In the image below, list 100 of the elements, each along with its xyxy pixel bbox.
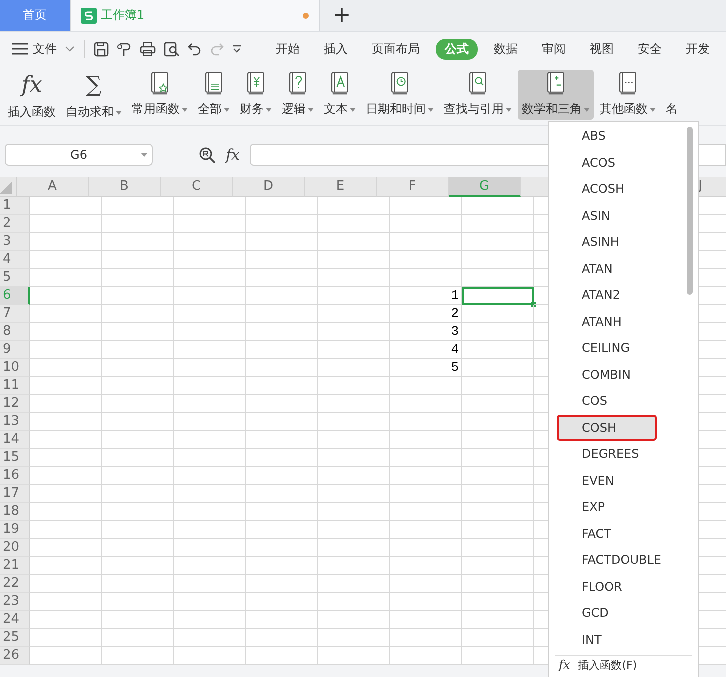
- menu-item[interactable]: ATAN: [549, 256, 688, 282]
- table-cell[interactable]: [30, 341, 102, 359]
- ribbon-button[interactable]: 全部: [194, 70, 234, 120]
- table-cell[interactable]: [318, 503, 390, 521]
- table-cell[interactable]: 2: [390, 305, 462, 323]
- table-cell[interactable]: [246, 305, 318, 323]
- menu-item[interactable]: COMBIN: [549, 362, 688, 388]
- table-cell[interactable]: [246, 593, 318, 611]
- table-cell[interactable]: [174, 341, 246, 359]
- table-cell[interactable]: [102, 467, 174, 485]
- table-cell[interactable]: [102, 287, 174, 305]
- ribbon-tab[interactable]: 开始: [264, 38, 312, 60]
- table-cell[interactable]: [246, 395, 318, 413]
- table-cell[interactable]: [246, 233, 318, 251]
- table-cell[interactable]: [102, 305, 174, 323]
- table-cell[interactable]: [102, 521, 174, 539]
- table-cell[interactable]: [174, 647, 246, 665]
- table-cell[interactable]: [318, 269, 390, 287]
- table-cell[interactable]: [174, 485, 246, 503]
- ribbon-tab[interactable]: 数据: [482, 38, 530, 60]
- table-cell[interactable]: [174, 305, 246, 323]
- table-cell[interactable]: [390, 521, 462, 539]
- table-cell[interactable]: [30, 431, 102, 449]
- table-cell[interactable]: [174, 269, 246, 287]
- redo-icon[interactable]: [210, 42, 224, 56]
- table-cell[interactable]: [102, 323, 174, 341]
- table-cell[interactable]: [30, 557, 102, 575]
- caret-icon[interactable]: [232, 44, 242, 54]
- selected-cell[interactable]: [462, 287, 534, 305]
- ribbon-button[interactable]: 名: [662, 70, 682, 120]
- table-cell[interactable]: [30, 395, 102, 413]
- insert-function-button[interactable]: fx: [226, 146, 240, 164]
- table-cell[interactable]: [246, 539, 318, 557]
- table-cell[interactable]: [30, 647, 102, 665]
- table-cell[interactable]: 3: [390, 323, 462, 341]
- row-header[interactable]: 25: [0, 629, 30, 647]
- table-cell[interactable]: [318, 305, 390, 323]
- chevron-down-icon[interactable]: [65, 46, 75, 52]
- table-cell[interactable]: [102, 449, 174, 467]
- print-preview-icon[interactable]: [164, 42, 180, 56]
- ribbon-tab[interactable]: 安全: [626, 38, 674, 60]
- column-header[interactable]: E: [305, 177, 377, 197]
- caret-icon[interactable]: [266, 108, 272, 112]
- row-header[interactable]: 17: [0, 485, 30, 503]
- table-cell[interactable]: [318, 431, 390, 449]
- row-header[interactable]: 4: [0, 251, 30, 269]
- table-cell[interactable]: [462, 539, 534, 557]
- table-cell[interactable]: [174, 323, 246, 341]
- fill-handle[interactable]: [531, 302, 536, 307]
- table-cell[interactable]: [30, 503, 102, 521]
- table-cell[interactable]: [102, 431, 174, 449]
- menu-item[interactable]: ACOS: [549, 150, 688, 176]
- ribbon-button[interactable]: 逻辑: [278, 70, 318, 120]
- table-cell[interactable]: [318, 449, 390, 467]
- undo-icon[interactable]: [188, 42, 202, 56]
- table-cell[interactable]: [30, 575, 102, 593]
- table-cell[interactable]: [390, 233, 462, 251]
- menu-item[interactable]: INT: [549, 626, 688, 653]
- table-cell[interactable]: [246, 557, 318, 575]
- table-cell[interactable]: [462, 323, 534, 341]
- ribbon-button[interactable]: 财务: [236, 70, 276, 120]
- table-cell[interactable]: [462, 431, 534, 449]
- ribbon-button[interactable]: 文本: [320, 70, 360, 120]
- menu-item[interactable]: GCD: [549, 600, 688, 626]
- table-cell[interactable]: [30, 467, 102, 485]
- caret-icon[interactable]: [350, 108, 356, 112]
- table-cell[interactable]: [246, 647, 318, 665]
- caret-icon[interactable]: [308, 108, 314, 112]
- row-header[interactable]: 23: [0, 593, 30, 611]
- table-cell[interactable]: [30, 305, 102, 323]
- table-cell[interactable]: [318, 593, 390, 611]
- table-cell[interactable]: [318, 485, 390, 503]
- table-cell[interactable]: [102, 593, 174, 611]
- row-header[interactable]: 19: [0, 521, 30, 539]
- select-all-corner[interactable]: [0, 177, 17, 197]
- table-cell[interactable]: [462, 611, 534, 629]
- table-cell[interactable]: [390, 449, 462, 467]
- table-cell[interactable]: [102, 251, 174, 269]
- table-cell[interactable]: [246, 431, 318, 449]
- ribbon-button[interactable]: 其他函数: [596, 70, 660, 120]
- table-cell[interactable]: [102, 503, 174, 521]
- table-cell[interactable]: [246, 269, 318, 287]
- table-cell[interactable]: [390, 269, 462, 287]
- table-cell[interactable]: [390, 557, 462, 575]
- table-cell[interactable]: [30, 359, 102, 377]
- table-cell[interactable]: [102, 575, 174, 593]
- table-cell[interactable]: [462, 467, 534, 485]
- menu-item[interactable]: CEILING: [549, 335, 688, 362]
- table-cell[interactable]: [174, 251, 246, 269]
- table-cell[interactable]: [174, 467, 246, 485]
- table-cell[interactable]: [318, 377, 390, 395]
- table-cell[interactable]: [102, 341, 174, 359]
- table-cell[interactable]: [462, 503, 534, 521]
- table-cell[interactable]: [246, 611, 318, 629]
- table-cell[interactable]: [318, 467, 390, 485]
- table-cell[interactable]: [462, 575, 534, 593]
- table-cell[interactable]: [246, 287, 318, 305]
- table-cell[interactable]: [174, 629, 246, 647]
- table-cell[interactable]: [390, 485, 462, 503]
- table-cell[interactable]: [174, 395, 246, 413]
